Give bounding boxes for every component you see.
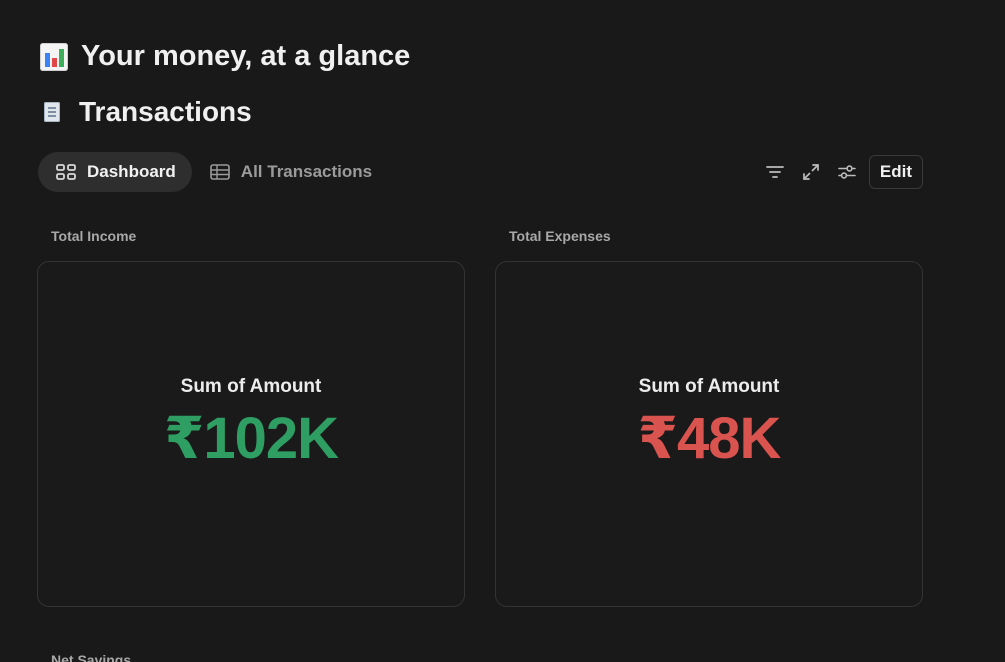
settings-button[interactable] — [829, 155, 865, 189]
total-expenses-card[interactable]: Sum of Amount ₹48K — [495, 261, 923, 607]
filter-icon — [765, 166, 784, 178]
filter-button[interactable] — [757, 155, 793, 189]
overview-heading: Your money, at a glance — [40, 40, 410, 73]
income-value: ₹102K — [163, 406, 339, 471]
expenses-metric-label: Sum of Amount — [638, 376, 780, 397]
expand-button[interactable] — [793, 155, 829, 189]
tab-dashboard-label: Dashboard — [87, 162, 176, 181]
receipt-icon — [44, 102, 60, 122]
view-tabs: Dashboard All Transactions — [38, 152, 388, 192]
overview-title: Your money, at a glance — [81, 40, 411, 72]
view-toolbar: Edit — [757, 155, 923, 189]
tab-all-transactions-label: All Transactions — [240, 162, 373, 181]
total-expenses-label: Total Expenses — [509, 228, 611, 244]
expenses-value: ₹48K — [637, 406, 782, 471]
income-metric-label: Sum of Amount — [180, 376, 322, 397]
bar-chart-icon — [40, 42, 68, 71]
database-title[interactable]: Transactions — [79, 96, 252, 128]
page: Your money, at a glance Transactions Das… — [0, 0, 1005, 662]
dashboard-grid-icon — [56, 164, 76, 180]
tab-all-transactions[interactable]: All Transactions — [192, 152, 388, 192]
table-icon — [209, 164, 230, 180]
edit-button[interactable]: Edit — [868, 155, 923, 189]
tab-dashboard[interactable]: Dashboard — [38, 152, 192, 192]
database-heading[interactable]: Transactions — [44, 96, 252, 128]
sliders-icon — [838, 165, 856, 179]
expand-icon — [803, 164, 819, 180]
total-income-label: Total Income — [51, 228, 137, 244]
total-income-card[interactable]: Sum of Amount ₹102K — [37, 261, 465, 607]
net-savings-label: Net Savings — [51, 652, 132, 662]
